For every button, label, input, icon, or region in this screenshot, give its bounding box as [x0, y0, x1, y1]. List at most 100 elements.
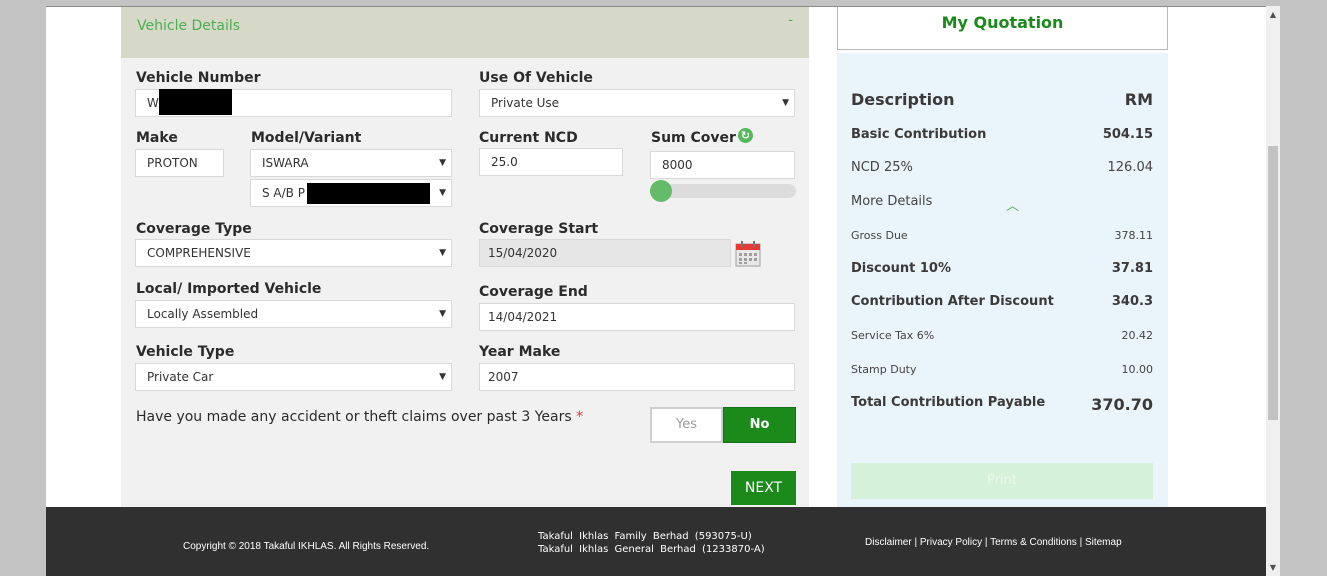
coverage-end-input[interactable]: 14/04/2021 — [479, 303, 795, 331]
footer: Copyright © 2018 Takaful IKHLAS. All Rig… — [46, 507, 1266, 576]
make-label: Make — [136, 130, 178, 146]
stamp-duty-row: Stamp Duty 10.00 — [851, 363, 1153, 383]
required-mark: * — [576, 409, 584, 425]
total-value: 370.70 — [1091, 395, 1153, 414]
coverage-type-label: Coverage Type — [136, 221, 252, 237]
vehicle-type-value: Private Car — [147, 370, 214, 384]
discount-row: Discount 10% 37.81 — [851, 261, 1153, 281]
section-title: Vehicle Details — [137, 18, 241, 34]
redaction-block — [307, 183, 430, 204]
local-imported-value: Locally Assembled — [147, 307, 259, 321]
footer-links: Disclaimer | Privacy Policy | Terms & Co… — [865, 537, 1122, 548]
local-imported-select[interactable]: Locally Assembled ▼ — [135, 300, 452, 328]
quotation-column-header: Description RM — [851, 90, 1153, 110]
year-make-input[interactable]: 2007 — [479, 363, 795, 391]
print-button[interactable]: Print — [851, 463, 1153, 499]
row-value: 37.81 — [1111, 261, 1153, 276]
current-ncd-input[interactable]: 25.0 — [479, 148, 623, 176]
sum-cover-value: 8000 — [662, 158, 693, 172]
sitemap-link[interactable]: Sitemap — [1085, 537, 1122, 548]
quotation-panel: Description RM Basic Contribution 504.15… — [837, 53, 1168, 507]
quotation-title: My Quotation — [941, 13, 1064, 32]
yes-button[interactable]: Yes — [650, 407, 723, 443]
use-of-vehicle-select[interactable]: Private Use ▼ — [479, 89, 795, 117]
chevron-down-icon: ▼ — [439, 158, 446, 168]
coverage-end-label: Coverage End — [479, 284, 588, 300]
gross-due-row: Gross Due 378.11 — [851, 229, 1153, 249]
total-label: Total Contribution Payable — [851, 395, 1046, 410]
claims-question-text: Have you made any accident or theft clai… — [136, 409, 572, 425]
coverage-start-value: 15/04/2020 — [488, 246, 558, 260]
use-of-vehicle-value: Private Use — [491, 96, 560, 110]
sum-cover-slider-handle[interactable] — [650, 180, 672, 202]
description-heading: Description — [851, 90, 955, 109]
vehicle-number-label: Vehicle Number — [136, 70, 261, 86]
row-value: 378.11 — [1114, 229, 1154, 242]
collapse-toggle[interactable]: - — [788, 13, 793, 28]
coverage-end-value: 14/04/2021 — [488, 310, 558, 324]
company-line-family: Takaful Ikhlas Family Berhad (593075-U) — [538, 531, 752, 542]
next-button[interactable]: NEXT — [731, 471, 796, 505]
copyright-text: Copyright © 2018 Takaful IKHLAS. All Rig… — [183, 541, 430, 552]
terms-link[interactable]: Terms & Conditions — [990, 537, 1077, 548]
refresh-icon[interactable]: ↻ — [738, 128, 753, 143]
scroll-down-arrow-icon[interactable]: ▼ — [1266, 563, 1280, 572]
row-label: NCD 25% — [851, 160, 913, 175]
model-variant-label: Model/Variant — [251, 130, 362, 146]
row-label: Stamp Duty — [851, 363, 917, 376]
chevron-up-icon[interactable]: ︿ — [1006, 195, 1019, 214]
current-ncd-label: Current NCD — [479, 130, 578, 146]
coverage-start-label: Coverage Start — [479, 221, 599, 237]
chevron-down-icon: ▼ — [782, 98, 789, 108]
current-ncd-value: 25.0 — [491, 155, 518, 169]
company-info: Takaful Ikhlas Family Berhad (593075-U) … — [538, 530, 765, 556]
sum-cover-input[interactable]: 8000 — [650, 151, 795, 179]
quotation-header: My Quotation — [837, 7, 1168, 50]
page-scrollbar[interactable]: ▲ ▼ — [1266, 6, 1280, 576]
row-label: Gross Due — [851, 229, 908, 242]
make-value: PROTON — [147, 156, 198, 170]
row-label: Basic Contribution — [851, 127, 987, 142]
chevron-down-icon: ▼ — [439, 188, 446, 198]
vehicle-type-select[interactable]: Private Car ▼ — [135, 363, 452, 391]
redaction-block — [159, 89, 232, 115]
variant-value: S A/B P — [262, 186, 305, 200]
coverage-type-select[interactable]: COMPREHENSIVE ▼ — [135, 239, 452, 267]
more-details-label: More Details — [851, 194, 933, 209]
chevron-down-icon: ▼ — [439, 309, 446, 319]
year-make-value: 2007 — [488, 370, 519, 384]
row-value: 10.00 — [1121, 363, 1154, 376]
model-select[interactable]: ISWARA ▼ — [250, 149, 452, 177]
row-value: 126.04 — [1107, 160, 1154, 175]
no-button[interactable]: No — [723, 407, 796, 443]
coverage-type-value: COMPREHENSIVE — [147, 246, 251, 260]
row-label: Contribution After Discount — [851, 294, 1054, 309]
coverage-start-input: 15/04/2020 — [479, 239, 731, 267]
row-label: Service Tax 6% — [851, 329, 935, 342]
chevron-down-icon: ▼ — [439, 372, 446, 382]
make-input[interactable]: PROTON — [135, 149, 224, 177]
scroll-up-arrow-icon[interactable]: ▲ — [1266, 10, 1280, 19]
currency-heading: RM — [1124, 90, 1153, 109]
page: Vehicle Details - Vehicle Number W Use O… — [46, 6, 1266, 576]
privacy-policy-link[interactable]: Privacy Policy — [920, 537, 982, 548]
chevron-down-icon: ▼ — [439, 248, 446, 258]
use-of-vehicle-label: Use Of Vehicle — [479, 70, 593, 86]
year-make-label: Year Make — [479, 344, 561, 360]
after-discount-row: Contribution After Discount 340.3 — [851, 294, 1153, 314]
vehicle-details-header[interactable]: Vehicle Details - — [121, 7, 809, 58]
calendar-icon[interactable] — [735, 241, 761, 267]
row-label: Discount 10% — [851, 261, 951, 276]
row-value: 504.15 — [1102, 127, 1153, 142]
more-details-toggle[interactable]: More Details ︿ — [851, 194, 1153, 214]
disclaimer-link[interactable]: Disclaimer — [865, 537, 912, 548]
basic-contribution-row: Basic Contribution 504.15 — [851, 127, 1153, 147]
ncd-row: NCD 25% 126.04 — [851, 160, 1153, 180]
company-line-general: Takaful Ikhlas General Berhad (1233870-A… — [538, 544, 765, 555]
vehicle-number-value: W — [147, 96, 159, 110]
scrollbar-thumb[interactable] — [1268, 146, 1278, 420]
model-value: ISWARA — [262, 156, 309, 170]
vehicle-type-label: Vehicle Type — [136, 344, 235, 360]
row-value: 340.3 — [1111, 294, 1153, 309]
row-value: 20.42 — [1121, 329, 1154, 342]
